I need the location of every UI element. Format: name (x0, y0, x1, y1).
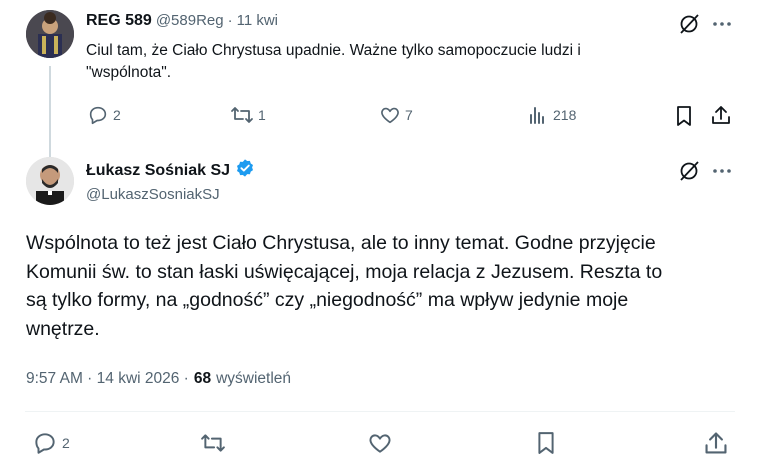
grok-icon[interactable] (678, 13, 700, 35)
avatar-image (26, 10, 74, 58)
tweet-text-line: "wspólnota". (86, 64, 172, 81)
tweet-text-line: Wspólnota to też jest Ciało Chrystusa, a… (26, 232, 656, 254)
like-button[interactable] (367, 430, 393, 456)
tweet-text-line: Ciul tam, że Ciało Chrystusa upadnie. Wa… (86, 42, 581, 59)
retweet-button[interactable] (199, 431, 227, 455)
views-button[interactable]: 218 (527, 104, 576, 126)
avatar[interactable] (26, 10, 74, 58)
views-count: 218 (553, 107, 577, 123)
thread-line (49, 66, 51, 158)
like-button[interactable]: 7 (379, 104, 413, 126)
reply-count: 2 (62, 435, 70, 451)
like-count: 7 (405, 107, 413, 123)
retweet-button[interactable]: 1 (230, 104, 266, 126)
heart-icon (369, 434, 391, 453)
reply-icon (89, 106, 107, 125)
tweet-text: Ciul tam, że Ciało Chrystusa upadnie. Wa… (86, 40, 726, 84)
share-button[interactable] (710, 104, 732, 126)
avatar[interactable] (26, 157, 74, 205)
author-name[interactable]: Łukasz Sośniak SJ (86, 162, 230, 180)
analytics-icon (530, 107, 544, 124)
tweet-time[interactable]: 11 kwi (237, 12, 278, 29)
author-handle[interactable]: @LukaszSosniakSJ (86, 186, 220, 203)
views-count: 68 (193, 370, 212, 387)
tweet-text-line: są tylko formy, na „godność” czy „niegod… (26, 289, 629, 311)
retweet-icon (201, 434, 225, 452)
retweet-icon (231, 107, 253, 123)
share-button[interactable] (703, 430, 729, 456)
bookmark-button[interactable] (535, 430, 557, 456)
author-name[interactable]: REG 589 (86, 12, 152, 30)
reply-count: 2 (113, 107, 121, 123)
separator: · (227, 12, 233, 29)
reply-button[interactable]: 2 (87, 104, 121, 126)
grok-icon[interactable] (678, 160, 700, 182)
author-handle[interactable]: @589Reg (156, 12, 224, 29)
avatar-image (26, 157, 74, 205)
tweet-text: Wspólnota to też jest Ciało Chrystusa, a… (26, 229, 746, 343)
share-icon (705, 432, 727, 454)
reply-button[interactable]: 2 (32, 430, 70, 456)
retweet-count: 1 (258, 107, 266, 123)
divider (25, 411, 735, 412)
tweet-text-line: wnętrze. (26, 317, 100, 340)
tweet-timestamp[interactable]: 9:57 AM · 14 kwi 2026 · (26, 370, 189, 388)
reply-icon (35, 433, 55, 454)
verified-badge-icon (235, 158, 255, 183)
more-icon[interactable] (711, 160, 733, 182)
bookmark-icon (538, 432, 554, 454)
bookmark-button[interactable] (674, 105, 694, 127)
heart-icon (381, 107, 399, 124)
share-icon (712, 106, 730, 124)
more-icon[interactable] (711, 13, 733, 35)
tweet-text-line: Komunii św. to stan łaski uświęcającej, … (26, 260, 663, 283)
bookmark-icon (677, 106, 691, 126)
views-label: wyświetleń (216, 370, 292, 387)
